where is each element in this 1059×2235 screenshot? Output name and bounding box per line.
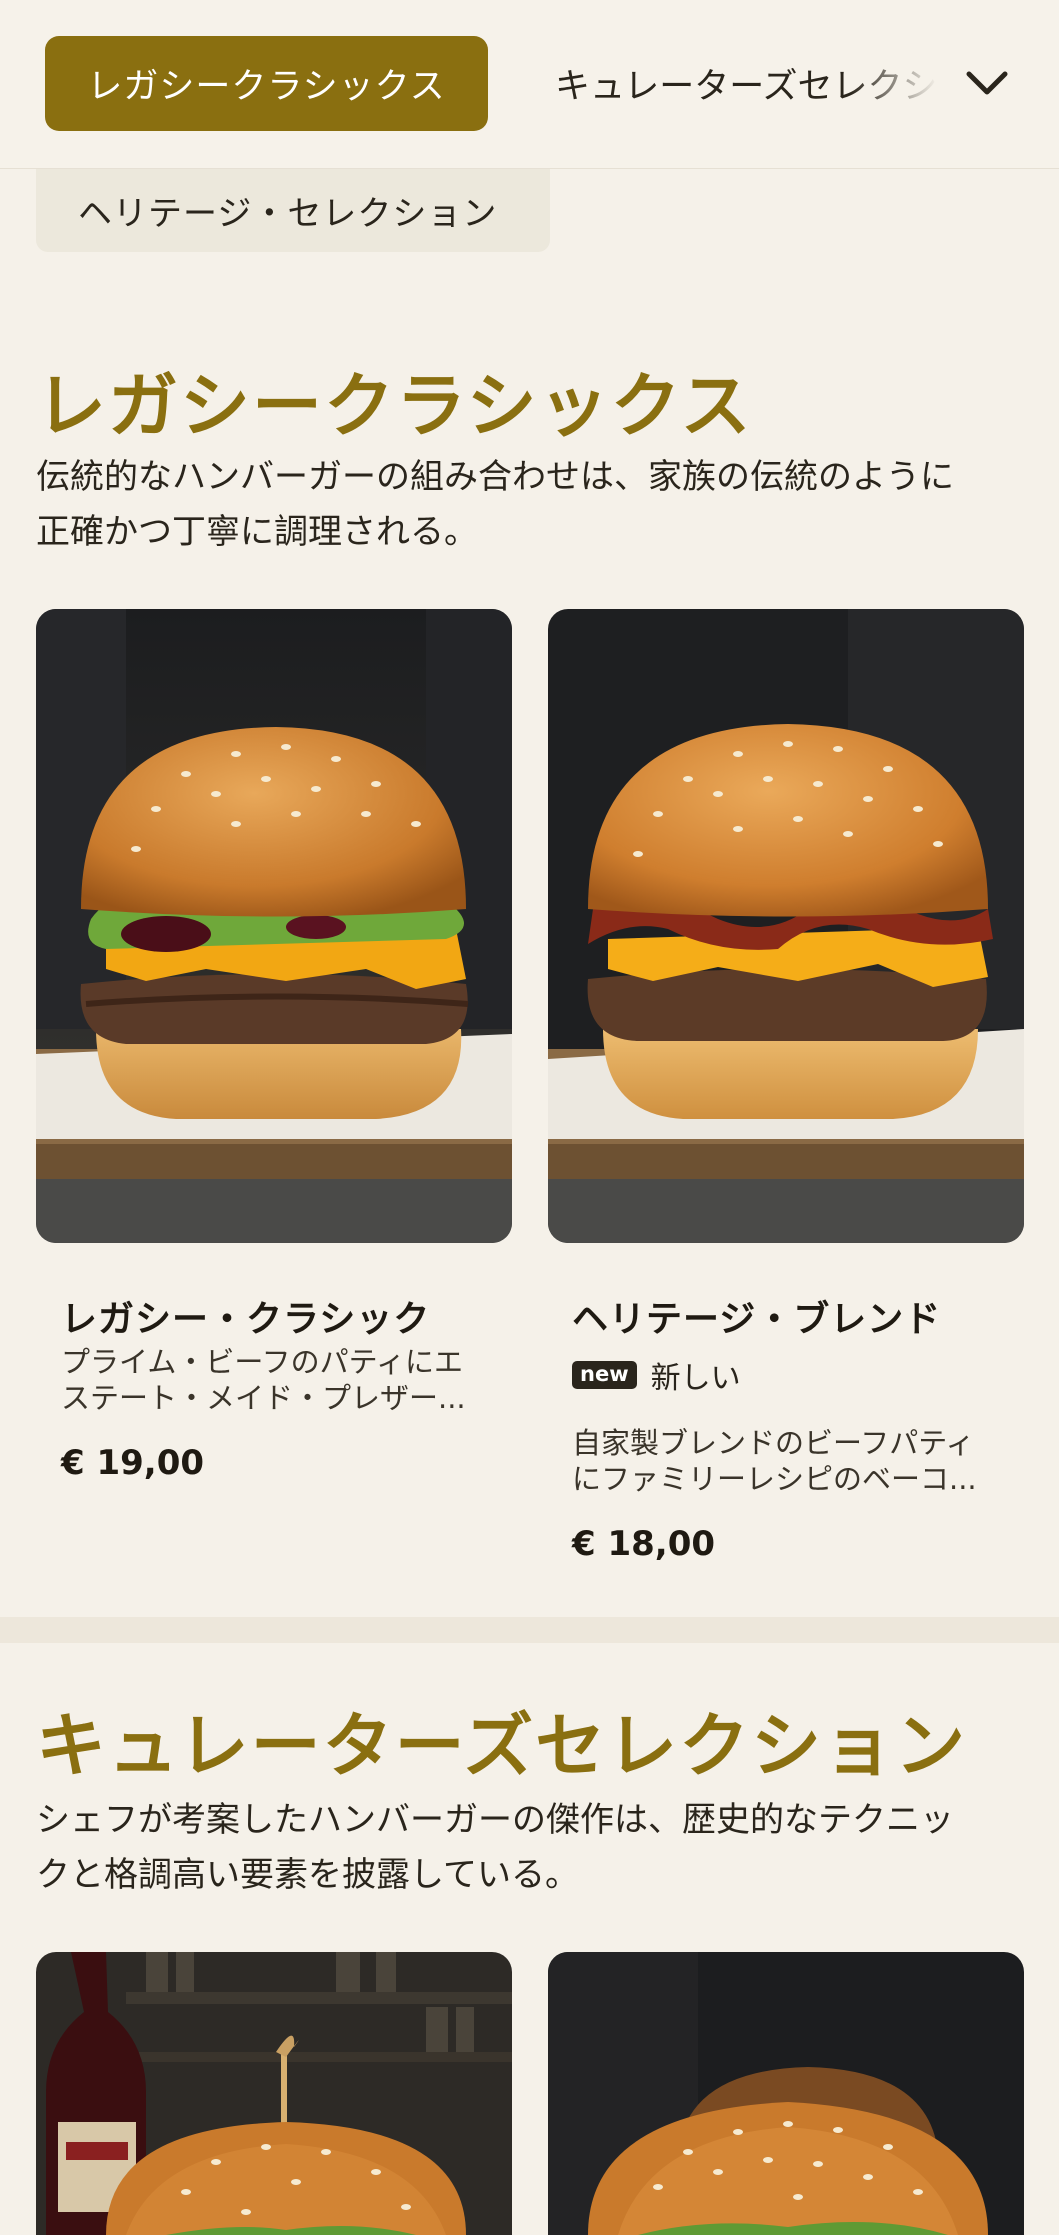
new-badge-row: new 新しい [572, 1353, 741, 1397]
product-image-curators-1[interactable] [36, 1952, 512, 2235]
section-desc-line: クと格調高い要素を披露している。 [36, 1855, 579, 1895]
product-description-line: 自家製ブレンドのビーフパティ [572, 1426, 975, 1460]
section-desc-legacy: 伝統的なハンバーガーの組み合わせは、家族の伝統のように 正確かつ丁寧に調理される… [36, 450, 1026, 560]
product-price: € 18,00 [572, 1524, 716, 1564]
section-desc-line: 伝統的なハンバーガーの組み合わせは、家族の伝統のように [36, 457, 954, 497]
section-divider [0, 1617, 1059, 1643]
product-description-line: ステート・メイド・プレザー... [61, 1381, 466, 1415]
section-title-legacy: レガシークラシックス [36, 365, 753, 447]
section-desc-curators: シェフが考案したハンバーガーの傑作は、歴史的なテクニッ クと格調高い要素を披露し… [36, 1793, 1026, 1903]
product-description: プライム・ビーフのパティにエ ステート・メイド・プレザー... [61, 1344, 481, 1416]
product-description: 自家製ブレンドのビーフパティ にファミリーレシピのベーコ... [572, 1425, 992, 1497]
chevron-down-icon[interactable] [962, 58, 1012, 108]
tab-heritage-selection[interactable]: ヘリテージ・セレクション [36, 168, 550, 252]
tab-legacy-classics[interactable]: レガシークラシックス [45, 36, 488, 131]
section-desc-line: シェフが考案したハンバーガーの傑作は、歴史的なテクニッ [36, 1800, 954, 1840]
product-price: € 19,00 [61, 1443, 205, 1483]
product-name[interactable]: レガシー・クラシック [61, 1290, 430, 1342]
section-title-curators: キュレーターズセレクション [36, 1705, 968, 1787]
product-description-line: プライム・ビーフのパティにエ [61, 1345, 463, 1379]
product-name[interactable]: ヘリテージ・ブレンド [572, 1290, 941, 1342]
section-desc-line: 正確かつ丁寧に調理される。 [36, 512, 478, 552]
product-image-curators-2[interactable] [548, 1952, 1024, 2235]
product-image-heritage-blend[interactable] [548, 609, 1024, 1243]
product-description-line: にファミリーレシピのベーコ... [572, 1462, 977, 1496]
product-image-legacy-classic[interactable] [36, 609, 512, 1243]
new-badge-label: 新しい [650, 1361, 741, 1396]
new-badge: new [572, 1361, 637, 1389]
tab-fade-overlay [850, 36, 960, 131]
category-nav: レガシークラシックス キュレーターズセレクション [0, 0, 1059, 169]
